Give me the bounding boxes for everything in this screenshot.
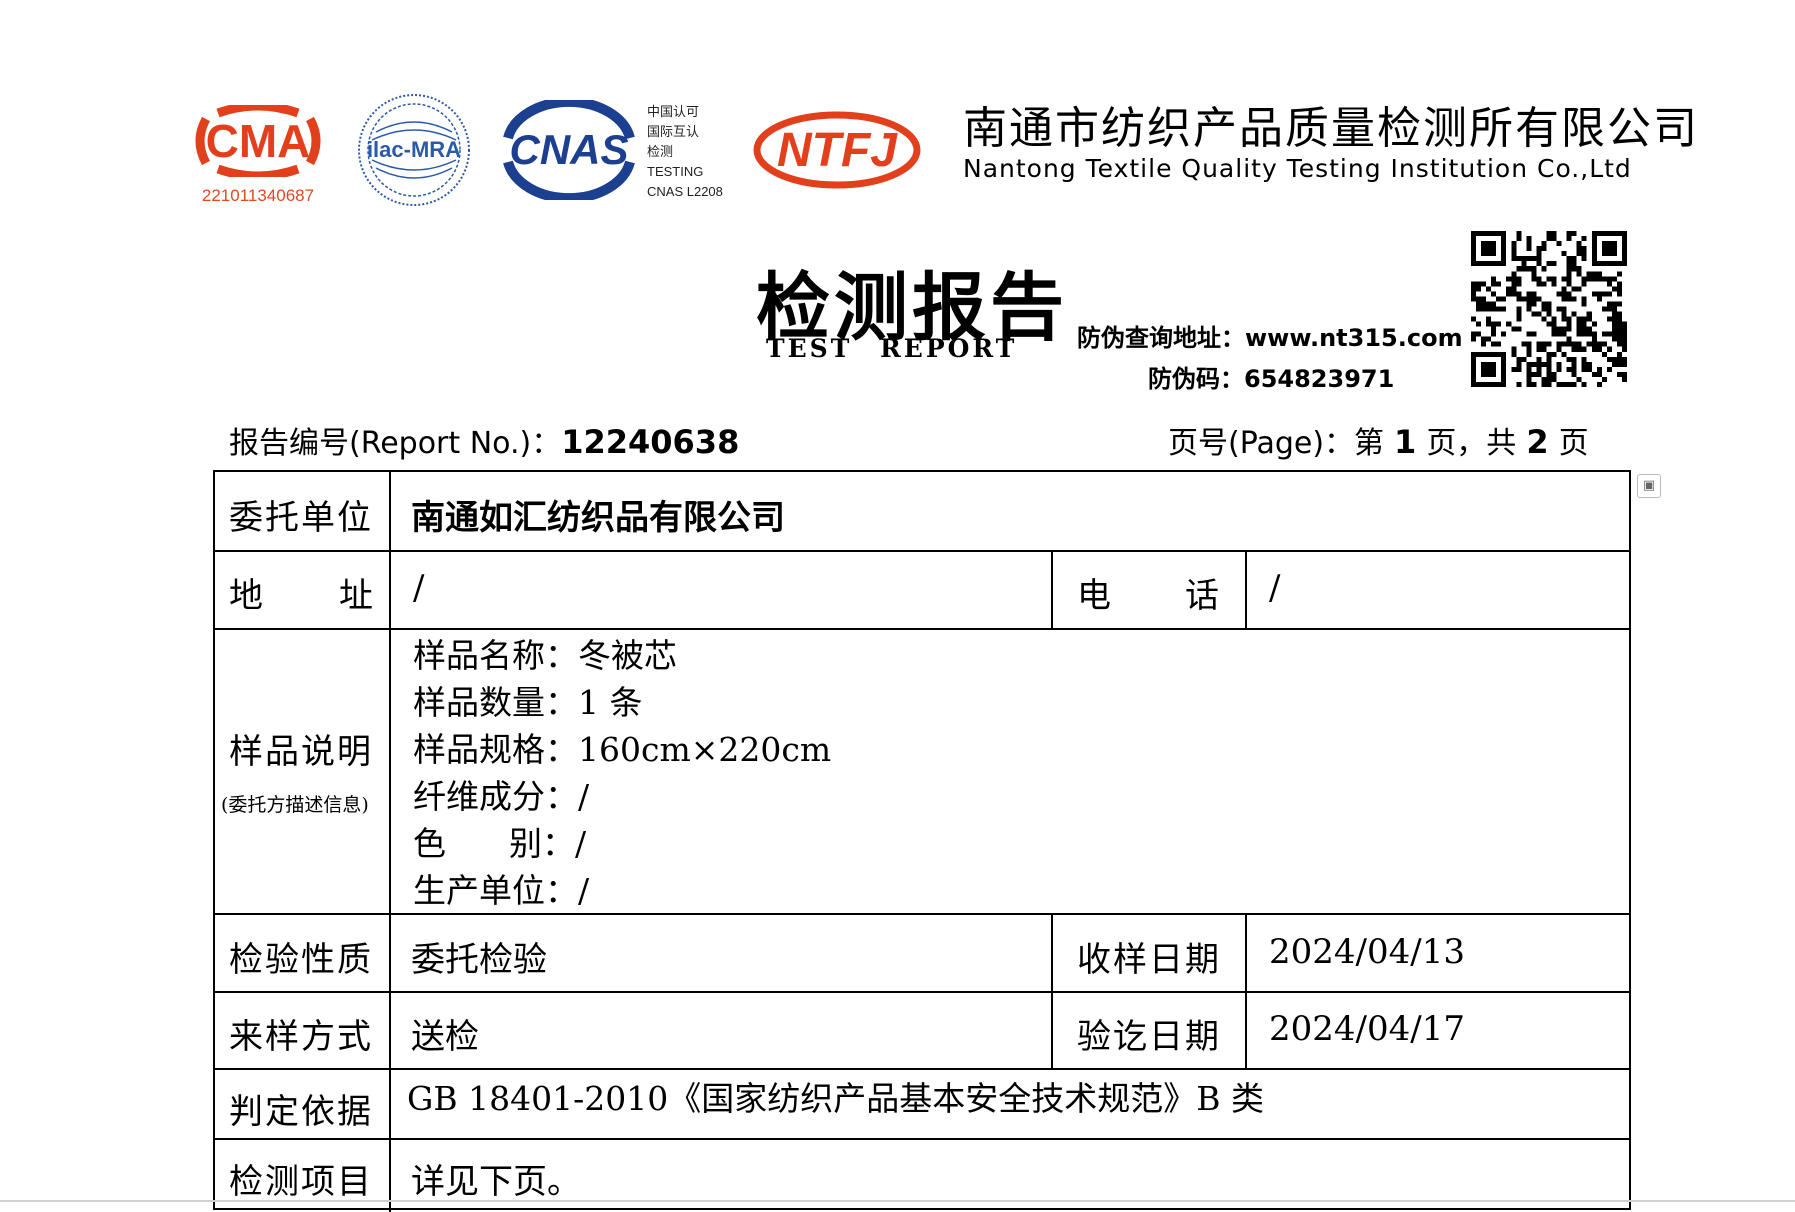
receive-date-label: 收样日期 — [1077, 940, 1221, 980]
phone-label-a: 电 — [1077, 576, 1111, 616]
ilac-mra-logo: ilac-MRA — [358, 94, 470, 206]
page-total: 2 — [1526, 423, 1549, 461]
basis-label: 判定依据 — [229, 1092, 373, 1132]
report-title-en: TEST REPORT — [766, 334, 1018, 363]
cnas-line-2: 国际互认 — [647, 124, 700, 139]
verify-url-label: 防伪查询地址： — [1077, 324, 1245, 352]
info-table: 委托单位 南通如汇纺织品有限公司 地 址 / 电 话 / 样品说明 (委托方描述… — [213, 470, 1631, 1212]
items-value: 详见下页。 — [411, 1162, 581, 1202]
sample-quantity: 样品数量：1 条 — [413, 683, 643, 722]
verify-url-line: 防伪查询地址：www.nt315.com — [1077, 318, 1463, 353]
sample-sublabel: (委托方描述信息) — [221, 794, 369, 816]
cma-number: 221011340687 — [201, 186, 315, 205]
address-label-a: 地 — [229, 576, 263, 616]
sample-producer: 生产单位：/ — [413, 871, 590, 910]
address-value: / — [413, 568, 425, 608]
ilac-mark-text: ilac-MRA — [367, 137, 461, 162]
cnas-logo: CNAS — [503, 100, 635, 200]
report-number-label: 报告编号(Report No.)： — [229, 426, 562, 461]
report-number: 12240638 — [561, 423, 740, 461]
address-label-b: 址 — [339, 576, 373, 616]
end-date-value: 2024/04/17 — [1269, 1009, 1465, 1049]
cnas-accreditation-text: 中国认可 国际互认 检测 TESTING CNAS L2208 — [647, 102, 723, 202]
page-number-line: 页号(Page)：第 1 页，共 2 页 — [1168, 418, 1589, 462]
cnas-mark-text: CNAS — [509, 126, 628, 173]
company-name-cn: 南通市纺织产品质量检测所有限公司 — [963, 103, 1699, 154]
sample-size: 样品规格：160cm×220cm — [413, 730, 832, 769]
ntfj-logo: NTFJ — [753, 111, 921, 189]
delivery-value: 送检 — [411, 1017, 479, 1057]
phone-value: / — [1269, 568, 1281, 608]
phone-label-b: 话 — [1185, 576, 1219, 616]
sample-name: 样品名称：冬被芯 — [413, 636, 677, 675]
cnas-line-4: TESTING — [647, 164, 704, 179]
items-label: 检测项目 — [229, 1162, 373, 1202]
nature-value: 委托检验 — [411, 940, 547, 980]
sample-color: 色 别：/ — [413, 824, 587, 863]
page-label: 页号(Page)：第 — [1168, 426, 1385, 461]
nature-label: 检验性质 — [229, 940, 373, 980]
report-number-line: 报告编号(Report No.)：12240638 — [229, 418, 739, 462]
verify-url[interactable]: www.nt315.com — [1245, 324, 1463, 352]
page-mid: 页，共 — [1426, 426, 1517, 461]
verify-code-line: 防伪码：654823971 — [1148, 359, 1394, 394]
qr-code-icon — [1471, 231, 1627, 387]
ntfj-mark-text: NTFJ — [777, 124, 898, 177]
sample-spec-list: 样品名称：冬被芯 样品数量：1 条 样品规格：160cm×220cm 纤维成分：… — [413, 632, 831, 914]
client-value: 南通如汇纺织品有限公司 — [411, 498, 785, 538]
client-label: 委托单位 — [229, 498, 373, 538]
cnas-line-1: 中国认可 — [647, 104, 700, 119]
sample-fiber: 纤维成分：/ — [413, 777, 590, 816]
cma-logo: CMA — [195, 105, 321, 177]
cnas-line-3: 检测 — [647, 144, 674, 159]
table-handle-icon[interactable]: ▣ — [1637, 474, 1661, 498]
verify-code-label: 防伪码： — [1148, 365, 1244, 393]
receive-date-value: 2024/04/13 — [1269, 932, 1465, 972]
basis-value: GB 18401-2010《国家纺织产品基本安全技术规范》B 类 — [407, 1079, 1264, 1118]
cnas-line-5: CNAS L2208 — [647, 184, 723, 199]
page-end: 页 — [1558, 426, 1589, 461]
sample-label: 样品说明 — [229, 732, 373, 772]
verify-code: 654823971 — [1244, 365, 1395, 393]
cma-mark-text: CMA — [206, 115, 311, 167]
end-date-label: 验讫日期 — [1077, 1017, 1221, 1057]
page-current: 1 — [1394, 423, 1417, 461]
company-name-en: Nantong Textile Quality Testing Institut… — [963, 154, 1632, 183]
delivery-label: 来样方式 — [229, 1017, 373, 1057]
